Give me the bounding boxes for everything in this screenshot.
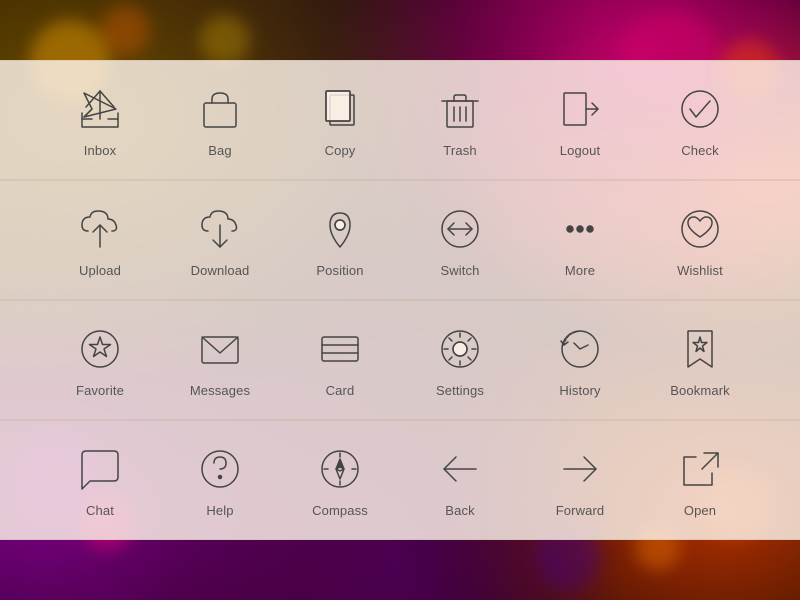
bottom-spacer [0,540,800,600]
compass-icon [314,443,366,495]
back-label: Back [445,503,474,518]
copy-label: Copy [325,143,356,158]
bag-label: Bag [208,143,232,158]
history-label: History [559,383,600,398]
check-button[interactable]: Check [640,83,760,158]
more-button[interactable]: More [520,203,640,278]
compass-label: Compass [312,503,368,518]
inbox-icon [74,83,126,135]
position-button[interactable]: Position [280,203,400,278]
card-label: Card [326,383,355,398]
help-button[interactable]: Help [160,443,280,518]
copy-icon [314,83,366,135]
inbox-label: Inbox [84,143,116,158]
forward-label: Forward [556,503,605,518]
compass-button[interactable]: Compass [280,443,400,518]
forward-icon [554,443,606,495]
help-label: Help [206,503,233,518]
bookmark-button[interactable]: Bookmark [640,323,760,398]
messages-button[interactable]: Messages [160,323,280,398]
switch-label: Switch [440,263,479,278]
open-icon [674,443,726,495]
top-spacer [0,0,800,60]
check-icon [674,83,726,135]
logout-label: Logout [560,143,601,158]
trash-button[interactable]: Trash [400,83,520,158]
messages-label: Messages [190,383,250,398]
settings-icon [434,323,486,375]
download-label: Download [191,263,250,278]
switch-button[interactable]: Switch [400,203,520,278]
favorite-button[interactable]: Favorite [40,323,160,398]
settings-label: Settings [436,383,484,398]
back-button[interactable]: Back [400,443,520,518]
position-label: Position [316,263,363,278]
more-label: More [565,263,595,278]
copy-button[interactable]: Copy [280,83,400,158]
icon-row-1: Inbox Bag Copy [0,60,800,180]
open-label: Open [684,503,716,518]
icon-grid: Inbox Bag Copy [0,0,800,600]
open-button[interactable]: Open [640,443,760,518]
chat-icon [74,443,126,495]
card-icon [314,323,366,375]
upload-button[interactable]: Upload [40,203,160,278]
history-button[interactable]: History [520,323,640,398]
settings-button[interactable]: Settings [400,323,520,398]
forward-button[interactable]: Forward [520,443,640,518]
upload-icon [74,203,126,255]
more-icon [554,203,606,255]
bookmark-label: Bookmark [670,383,730,398]
icon-row-4: Chat Help Compass [0,420,800,540]
wishlist-label: Wishlist [677,263,723,278]
wishlist-button[interactable]: Wishlist [640,203,760,278]
position-icon [314,203,366,255]
icon-row-2: Upload Download Position [0,180,800,300]
download-button[interactable]: Download [160,203,280,278]
card-button[interactable]: Card [280,323,400,398]
back-icon [434,443,486,495]
icon-row-3: Favorite Messages Card [0,300,800,420]
favorite-label: Favorite [76,383,124,398]
check-label: Check [681,143,719,158]
switch-icon [434,203,486,255]
bag-icon [194,83,246,135]
wishlist-icon [674,203,726,255]
chat-label: Chat [86,503,114,518]
chat-button[interactable]: Chat [40,443,160,518]
trash-icon [434,83,486,135]
help-icon [194,443,246,495]
favorite-icon [74,323,126,375]
logout-button[interactable]: Logout [520,83,640,158]
trash-label: Trash [443,143,476,158]
history-icon [554,323,606,375]
upload-label: Upload [79,263,121,278]
bag-button[interactable]: Bag [160,83,280,158]
messages-icon [194,323,246,375]
inbox-button[interactable]: Inbox [40,83,160,158]
download-icon [194,203,246,255]
bookmark-icon [674,323,726,375]
logout-icon [554,83,606,135]
